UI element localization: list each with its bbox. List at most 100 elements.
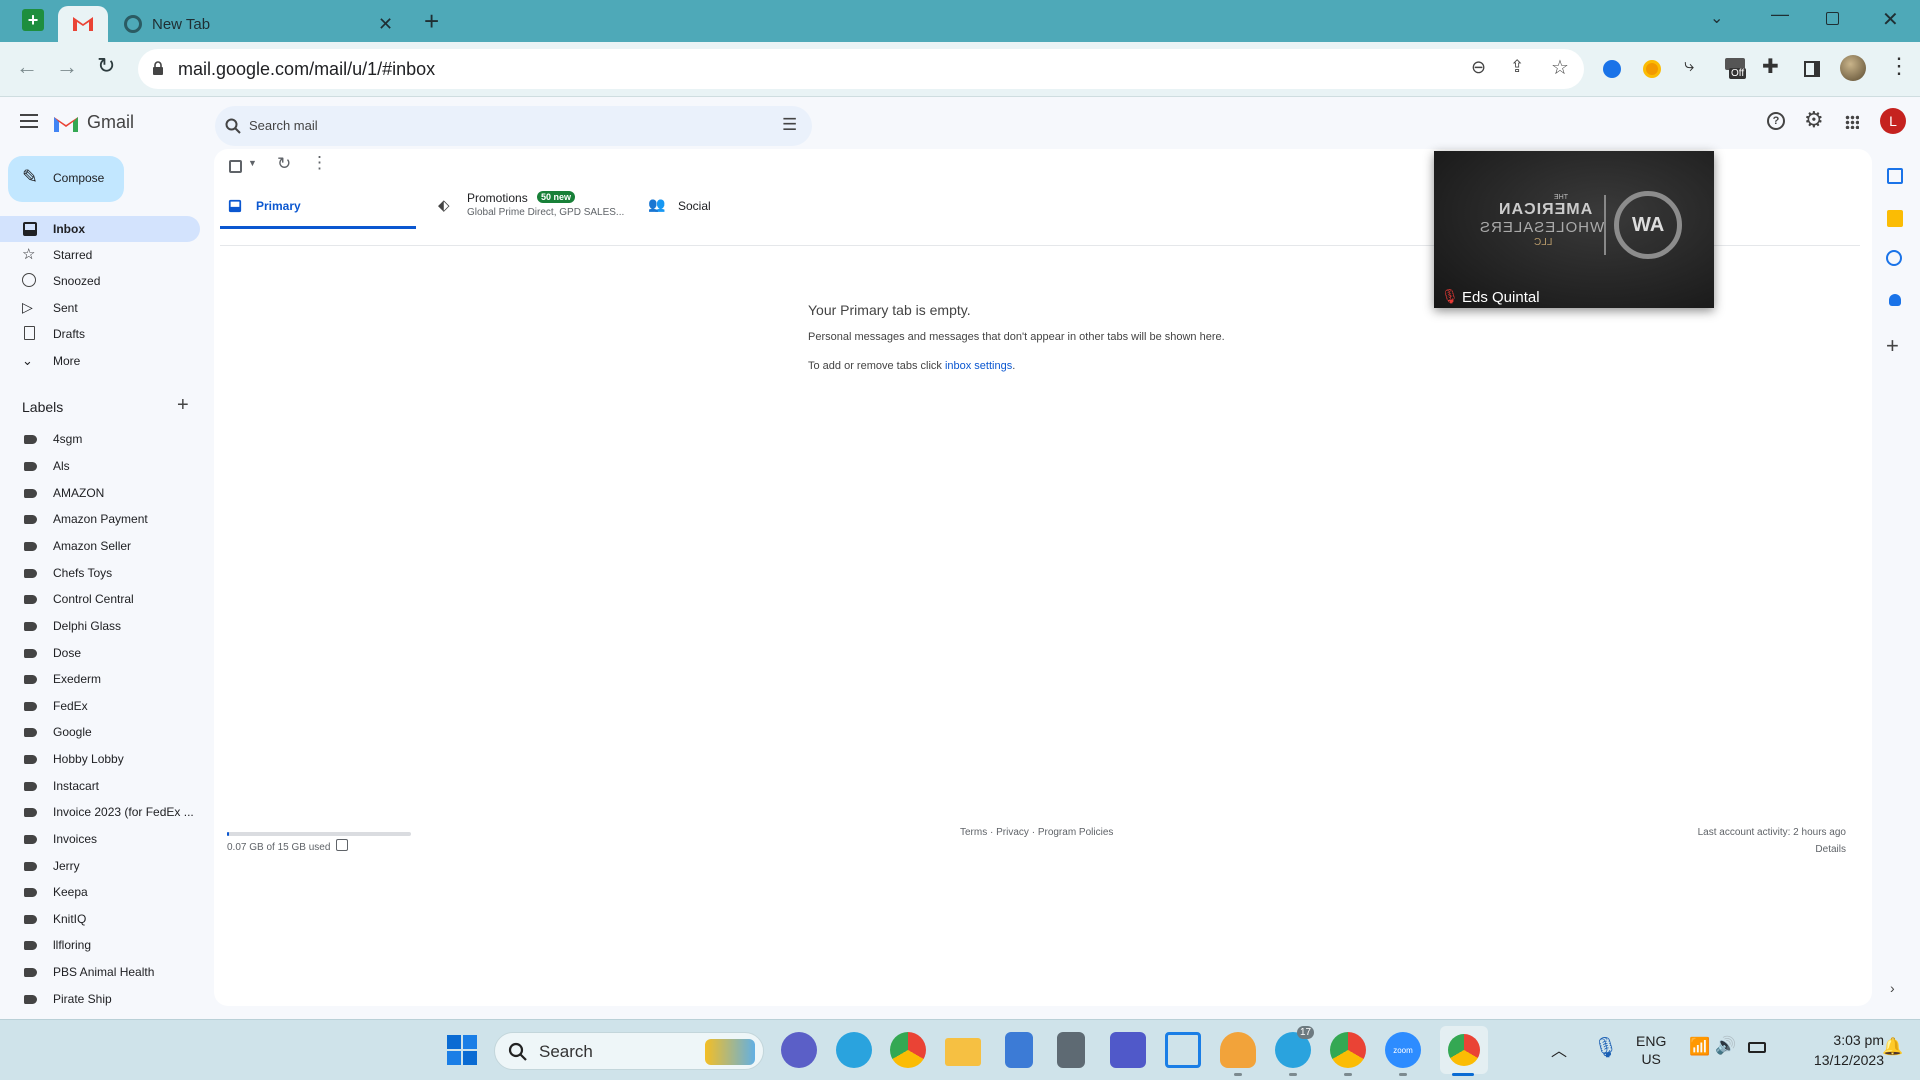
account-avatar[interactable]: L [1880,108,1906,134]
apps-grid-icon[interactable] [1845,115,1859,129]
label-item[interactable]: Als [0,455,200,477]
tasks-icon[interactable] [1886,250,1902,266]
search-input[interactable]: Search mail ☰ [215,106,812,146]
label-item[interactable]: Invoices [0,828,200,850]
label-item[interactable]: Amazon Seller [0,535,200,557]
label-item[interactable]: FedEx [0,695,200,717]
label-item[interactable]: llfloring [0,934,200,956]
bookmark-star-icon[interactable]: ☆ [1551,55,1569,80]
new-sheet-icon[interactable]: + [22,9,44,31]
label-item[interactable]: Jerry [0,855,200,877]
back-icon[interactable]: ← [16,54,38,80]
nav-item-inbox[interactable]: Inbox [0,216,200,242]
microphone-icon[interactable]: 🎙 [1593,1035,1618,1060]
label-item[interactable]: Invoice 2023 (for FedEx ... [0,801,200,823]
select-all-checkbox[interactable] [229,160,242,173]
nav-item-starred[interactable]: ☆ Starred [0,242,200,268]
nav-item-drafts[interactable]: Drafts [0,321,200,347]
forward-icon[interactable]: → [56,54,78,80]
extension-off-icon[interactable]: Off [1725,58,1749,80]
extension-arrow-icon[interactable]: ⤷ [1684,55,1694,76]
policies-link[interactable]: Program Policies [1038,827,1114,838]
calendar-icon[interactable] [1887,168,1903,184]
label-item[interactable]: Google [0,721,200,743]
select-dropdown-icon[interactable]: ▼ [248,158,257,168]
support-icon[interactable]: ? [1767,112,1785,130]
keep-icon[interactable] [1887,210,1903,227]
nav-item-more[interactable]: ⌄ More [0,348,200,374]
tab-social[interactable]: 👥 Social [644,187,844,229]
chrome-active-icon[interactable] [1440,1026,1488,1074]
main-menu-icon[interactable] [20,114,38,128]
label-item[interactable]: Hobby Lobby [0,748,200,770]
address-bar[interactable]: mail.google.com/mail/u/1/#inbox ⊖ ⇪ ☆ [138,49,1584,89]
label-item[interactable]: Delphi Glass [0,615,200,637]
tray-chevron-icon[interactable]: ︿ [1551,1037,1567,1061]
meet-app-icon[interactable] [781,1032,817,1068]
battery-icon[interactable] [1748,1042,1766,1053]
side-panel-icon[interactable] [1804,61,1820,77]
label-item[interactable]: KnitIQ [0,908,200,930]
label-item[interactable]: AMAZON [0,482,200,504]
create-label-icon[interactable]: + [177,394,189,417]
calculator-icon[interactable] [1057,1032,1085,1068]
label-item[interactable]: PBS Animal Health [0,961,200,983]
browser-tab-new-tab[interactable]: New Tab ✕ [110,6,400,42]
clock[interactable]: 3:03 pm 13/12/2023 [1778,1030,1884,1070]
chrome-profile-icon[interactable] [1330,1032,1366,1068]
open-external-icon[interactable] [336,839,348,851]
volume-icon[interactable]: 🔊 [1715,1036,1736,1056]
notifications-bell-icon[interactable]: 🔔 [1882,1037,1903,1057]
profile-avatar[interactable] [1840,55,1866,81]
inbox-settings-link[interactable]: inbox settings [945,360,1012,372]
video-call-overlay[interactable]: THE AMERICAN WHOLESALERS LLC AW 🎙 Eds Qu… [1434,151,1714,308]
terms-link[interactable]: Terms [960,827,987,838]
zoom-icon[interactable]: ⊖ [1471,57,1486,78]
search-options-icon[interactable]: ☰ [782,115,797,135]
close-tab-icon[interactable]: ✕ [378,14,393,35]
puzzle-extensions-icon[interactable]: ✚ [1762,54,1779,79]
new-tab-icon[interactable]: + [424,6,439,37]
label-item[interactable]: Chefs Toys [0,562,200,584]
taskbar-search[interactable]: Search [494,1032,764,1070]
gmail-brand[interactable]: Gmail [87,112,134,133]
label-item[interactable]: Control Central [0,588,200,610]
minimize-icon[interactable]: — [1771,4,1789,25]
browser-menu-icon[interactable]: ⋮ [1888,53,1910,79]
tab-primary[interactable]: Primary [220,187,416,229]
tab-promotions[interactable]: ⬖ Promotions 50 new Global Prime Direct,… [434,187,634,229]
label-item[interactable]: Dose [0,642,200,664]
details-link[interactable]: Details [1815,844,1846,855]
file-explorer-icon[interactable] [945,1038,981,1066]
chrome-app-icon[interactable] [890,1032,926,1068]
search-icon[interactable] [225,118,241,134]
label-item[interactable]: Amazon Payment [0,508,200,530]
label-item[interactable]: Keepa [0,881,200,903]
refresh-icon[interactable]: ↻ [277,154,291,174]
more-options-icon[interactable]: ⋮ [311,153,328,173]
compose-button[interactable]: ✎ Compose [8,156,124,202]
get-addons-icon[interactable]: + [1886,333,1899,359]
reload-icon[interactable]: ↻ [97,53,115,79]
snipping-tool-icon[interactable] [1165,1032,1201,1068]
telegram-app-icon[interactable] [836,1032,872,1068]
nav-item-snoozed[interactable]: Snoozed [0,268,200,294]
orange-app-icon[interactable] [1220,1032,1256,1068]
windows-start-icon[interactable] [447,1035,477,1065]
settings-gear-icon[interactable]: ⚙ [1804,107,1824,133]
label-item[interactable]: Exederm [0,668,200,690]
share-icon[interactable]: ⇪ [1510,57,1524,77]
close-window-icon[interactable]: ✕ [1882,7,1899,32]
browser-tab-gmail[interactable] [58,6,108,42]
label-item[interactable]: Pirate Ship [0,988,200,1010]
notepad-icon[interactable] [1005,1032,1033,1068]
teams-icon[interactable] [1110,1032,1146,1068]
wifi-icon[interactable]: 📶 [1689,1037,1710,1057]
nav-item-sent[interactable]: ▷ Sent [0,295,200,321]
privacy-link[interactable]: Privacy [996,827,1029,838]
telegram-app-icon-2[interactable]: 17 [1275,1026,1315,1068]
extension-blue-icon[interactable] [1603,60,1621,78]
zoom-app-icon[interactable]: zoom [1385,1032,1421,1068]
label-item[interactable]: 4sgm [0,428,200,450]
language-indicator[interactable]: ENG US [1636,1032,1666,1068]
